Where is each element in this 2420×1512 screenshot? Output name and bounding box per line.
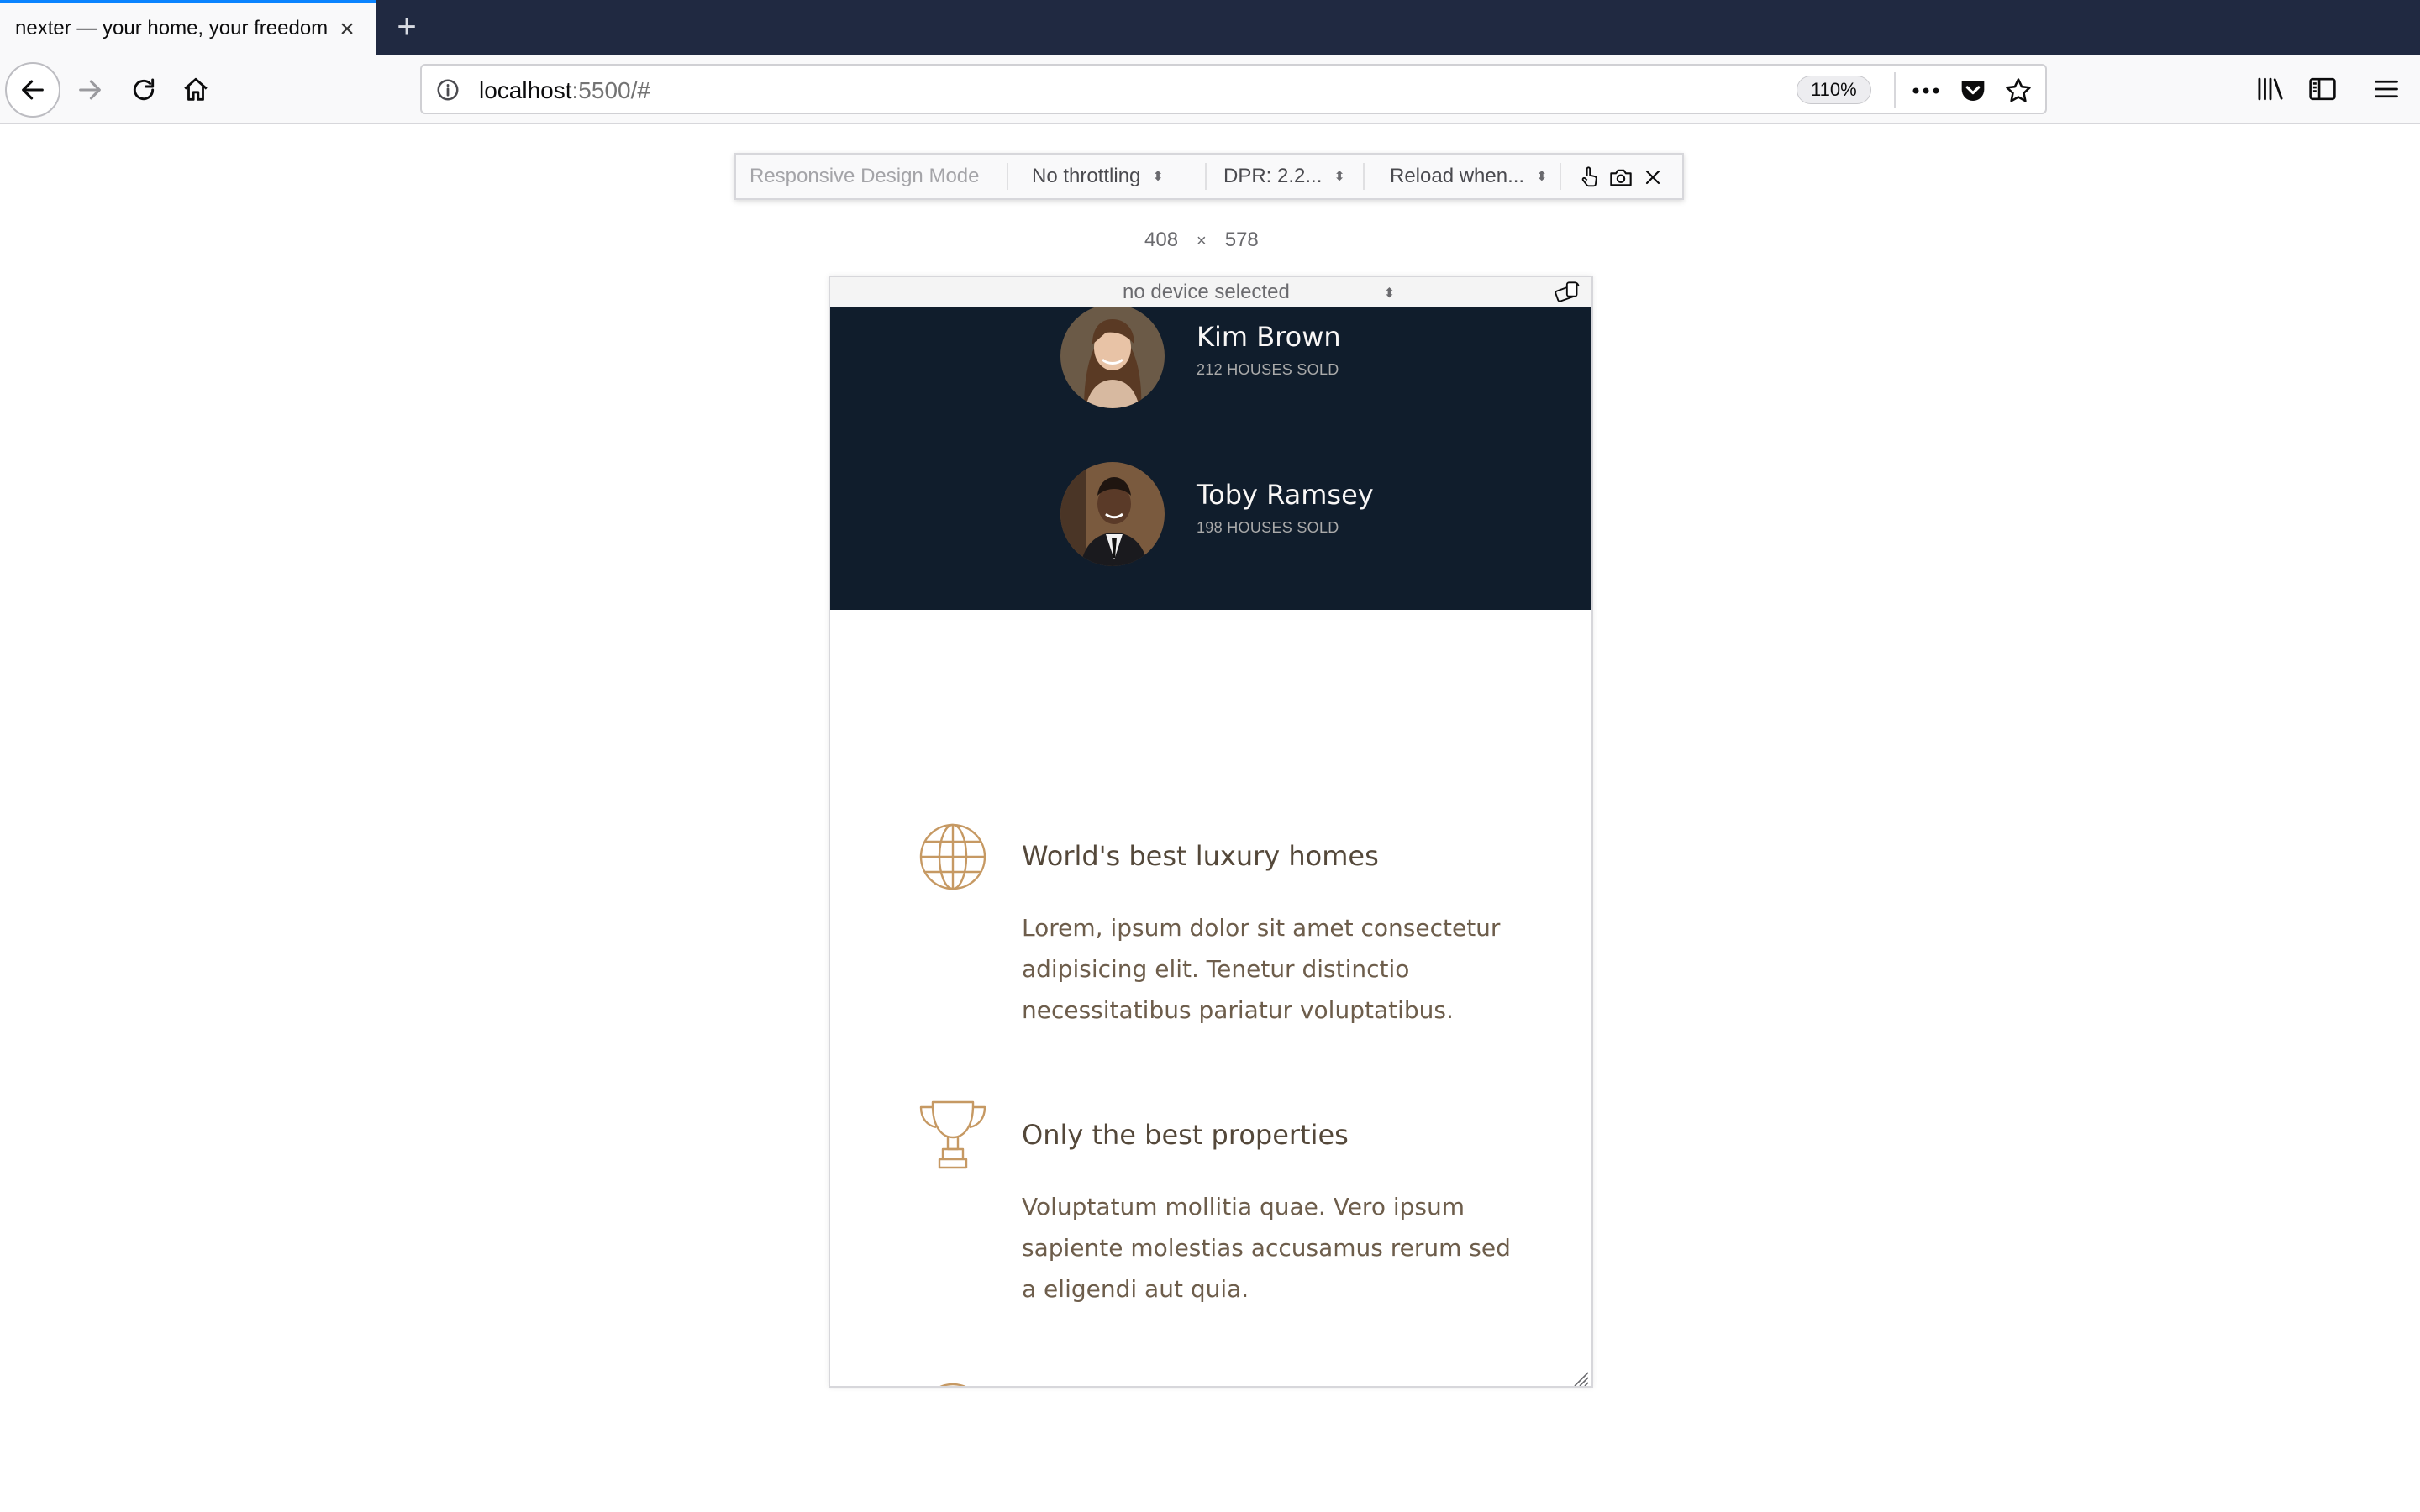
tab-close-icon[interactable]: × (334, 17, 360, 42)
forward-arrow-icon (79, 80, 101, 100)
page-content: Kim Brown 212 HOUSES SOLD Toby Ramsey 19… (830, 307, 1591, 1386)
realtors-section: Kim Brown 212 HOUSES SOLD Toby Ramsey 19… (830, 307, 1591, 610)
feature-text: Voluptatum mollitia quae. Vero ipsum sap… (1022, 1193, 1511, 1303)
screenshot-camera-icon[interactable] (1608, 165, 1634, 190)
pocket-icon[interactable] (1956, 74, 1990, 108)
throttling-value: No throttling (1032, 165, 1141, 187)
url-host: localhost (479, 77, 572, 103)
tab-strip: nexter — your home, your freedom × + (0, 0, 2420, 55)
next-feature-icon (939, 1383, 966, 1386)
library-icon[interactable] (2252, 71, 2289, 108)
realtor-card: Toby Ramsey 198 HOUSES SOLD (1060, 462, 1481, 568)
rdm-separator (1007, 163, 1008, 190)
hamburger-menu-icon[interactable] (2368, 71, 2405, 108)
reload-conditions-select[interactable]: Reload when... ⬍ (1390, 155, 1548, 198)
realtor-name: Toby Ramsey (1197, 479, 1374, 511)
zoom-level-badge[interactable]: 110% (1797, 76, 1871, 104)
url-text[interactable]: localhost:5500/# (479, 77, 650, 104)
close-rdm-icon[interactable] (1640, 165, 1665, 190)
page-actions-icon[interactable] (1909, 74, 1943, 108)
navigation-toolbar: localhost:5500/# 110% (0, 55, 2420, 124)
rdm-separator (1363, 163, 1365, 190)
dimensions-separator: × (1197, 232, 1207, 250)
realtor-name: Kim Brown (1197, 321, 1341, 353)
select-arrows-icon: ⬍ (1536, 169, 1548, 184)
back-arrow-icon (22, 80, 44, 100)
viewport-height[interactable]: 578 (1225, 228, 1259, 252)
rdm-separator (1205, 163, 1207, 190)
site-info-icon[interactable] (435, 77, 460, 102)
rdm-label: Responsive Design Mode (750, 165, 980, 187)
throttling-select[interactable]: No throttling ⬍ (1032, 155, 1164, 198)
viewport-dimensions: 408 × 578 (1144, 228, 1259, 252)
trophy-icon (919, 1100, 986, 1169)
url-path: :5500/# (571, 77, 650, 103)
globe-icon (919, 823, 986, 890)
home-button[interactable] (168, 62, 224, 118)
sidebar-toggle-icon[interactable] (2304, 71, 2341, 108)
device-selector-bar: no device selected ⬍ (830, 277, 1591, 307)
rdm-separator (1560, 163, 1561, 190)
viewport-width[interactable]: 408 (1144, 228, 1178, 252)
bookmark-star-icon[interactable] (2002, 74, 2035, 108)
tab-title: nexter — your home, your freedom (15, 17, 329, 39)
dpr-value: DPR: 2.2... (1223, 165, 1323, 187)
device-select[interactable]: no device selected ⬍ (1123, 281, 1395, 304)
realtor-houses-sold: 212 HOUSES SOLD (1197, 361, 1339, 378)
realtor-avatar (1060, 462, 1165, 566)
forward-button[interactable] (62, 62, 118, 118)
dpr-select[interactable]: DPR: 2.2... ⬍ (1223, 155, 1345, 198)
active-tab[interactable]: nexter — your home, your freedom × (0, 0, 376, 55)
realtor-card: Kim Brown 212 HOUSES SOLD (1060, 307, 1481, 410)
realtor-houses-sold: 198 HOUSES SOLD (1197, 519, 1339, 536)
reload-button[interactable] (116, 62, 171, 118)
select-arrows-icon: ⬍ (1152, 169, 1164, 184)
feature-title: Only the best properties (1022, 1119, 1349, 1151)
touch-simulation-icon[interactable] (1576, 165, 1602, 190)
resize-handle-icon[interactable] (1570, 1368, 1590, 1388)
new-tab-plus-icon[interactable]: + (388, 8, 425, 45)
reload-conditions-value: Reload when... (1390, 165, 1525, 187)
url-bar-separator (1894, 72, 1896, 108)
home-icon (184, 77, 208, 101)
select-arrows-icon: ⬍ (1383, 286, 1396, 301)
device-viewport: no device selected ⬍ Kim Brown 212 HOUSE… (829, 276, 1593, 1388)
reload-icon (133, 78, 155, 101)
url-bar[interactable]: localhost:5500/# 110% (420, 64, 2047, 114)
features-section: World's best luxury homes Lorem, ipsum d… (830, 610, 1591, 1386)
feature-text: Lorem, ipsum dolor sit amet consectetur … (1022, 914, 1501, 1024)
select-arrows-icon: ⬍ (1334, 169, 1345, 184)
realtor-avatar (1060, 307, 1165, 408)
responsive-design-toolbar: Responsive Design Mode No throttling ⬍ DP… (734, 153, 1684, 200)
device-select-value: no device selected (1123, 281, 1290, 303)
back-button[interactable] (5, 62, 60, 118)
rotate-viewport-icon[interactable] (1553, 279, 1583, 306)
feature-title: World's best luxury homes (1022, 840, 1379, 872)
